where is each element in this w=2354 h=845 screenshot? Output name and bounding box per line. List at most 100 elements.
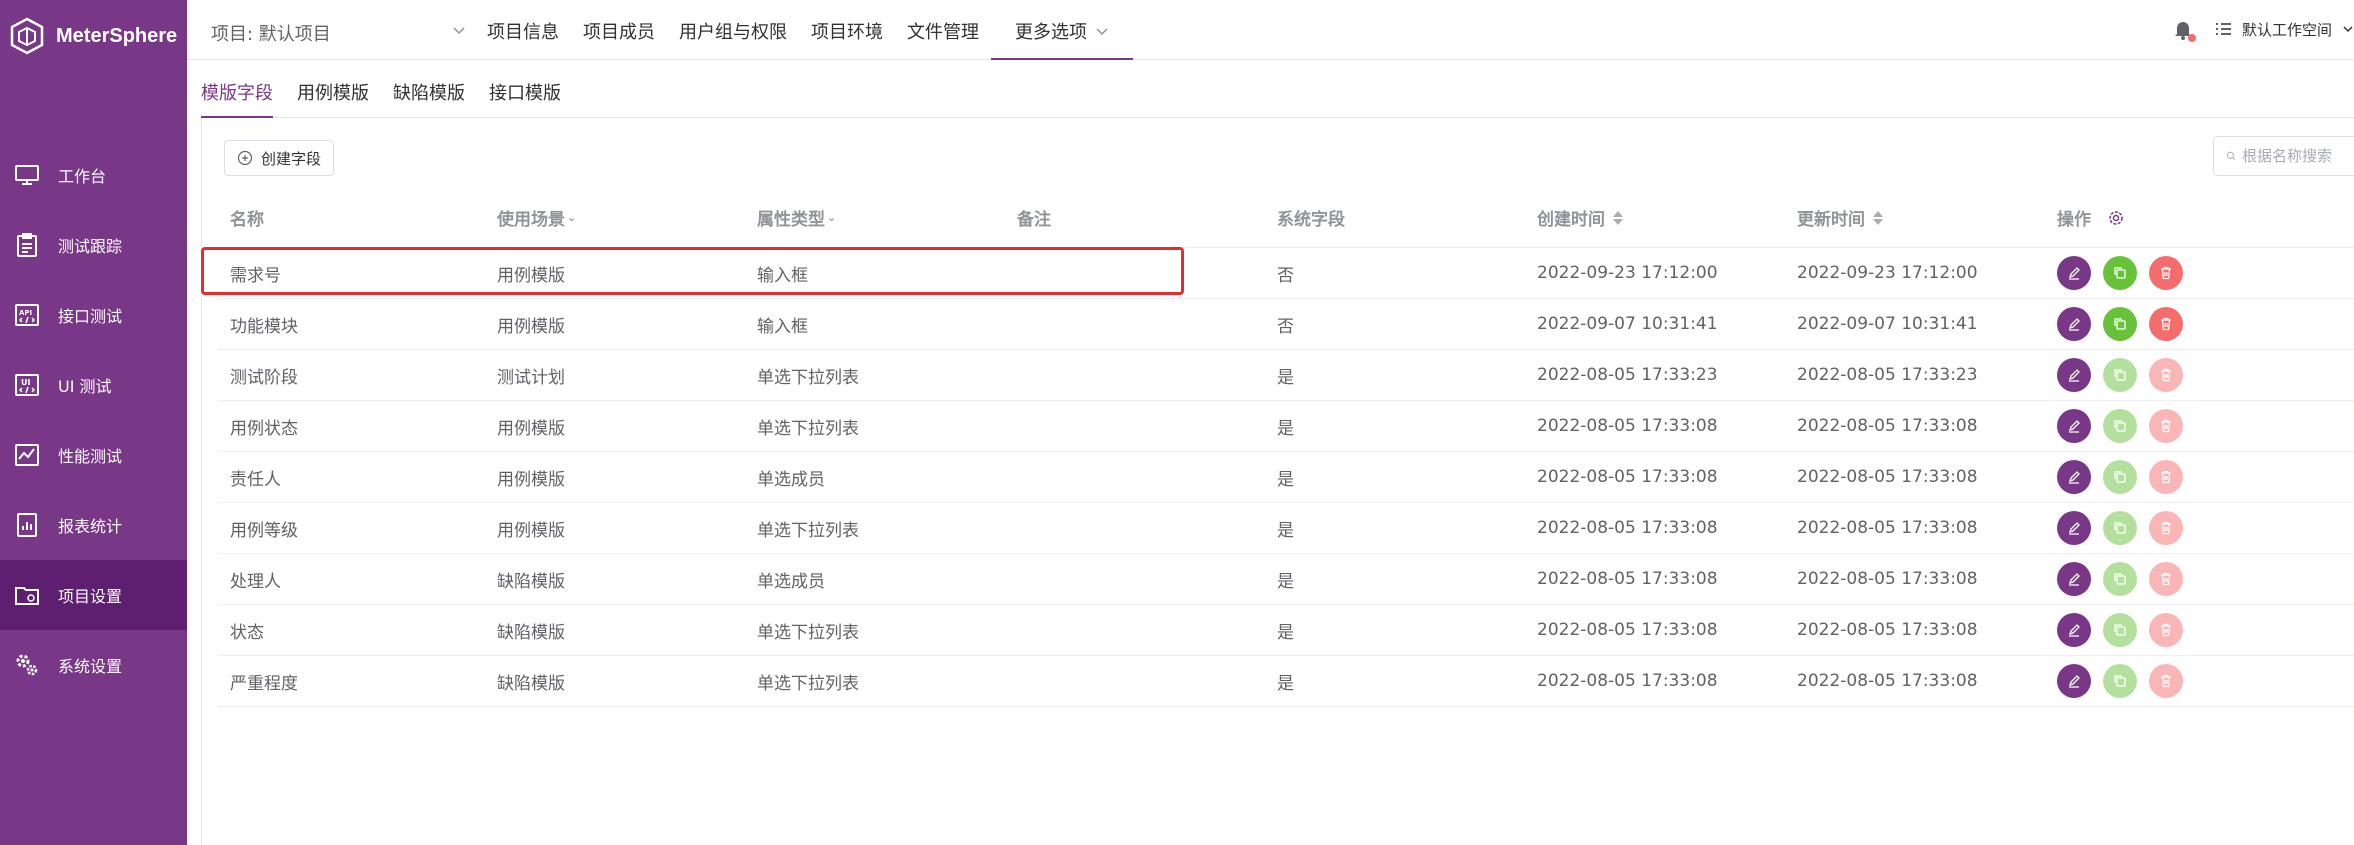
sidebar-item-report[interactable]: 报表统计 bbox=[0, 490, 187, 560]
sidebar: MeterSphere 工作台 测试跟踪 API 接口测试 UI UI 测试 性… bbox=[0, 0, 187, 845]
sidebar-item-api-test[interactable]: API 接口测试 bbox=[0, 280, 187, 350]
header-created-time[interactable]: 创建时间 bbox=[1537, 188, 1623, 247]
sidebar-item-label: 接口测试 bbox=[58, 307, 123, 326]
tab-case-templates[interactable]: 用例模版 bbox=[297, 60, 369, 118]
copy-button[interactable] bbox=[2103, 562, 2137, 596]
sidebar-item-label: 性能测试 bbox=[58, 447, 123, 466]
edit-button[interactable] bbox=[2057, 460, 2091, 494]
cell-created-time: 2022-09-23 17:12:00 bbox=[1537, 263, 1718, 283]
cell-updated-time: 2022-08-05 17:33:08 bbox=[1797, 518, 1978, 538]
settings-icon[interactable] bbox=[2107, 209, 2125, 227]
sidebar-item-ui-test[interactable]: UI UI 测试 bbox=[0, 350, 187, 420]
delete-button[interactable] bbox=[2149, 256, 2183, 290]
copy-button[interactable] bbox=[2103, 409, 2137, 443]
copy-button[interactable] bbox=[2103, 511, 2137, 545]
edit-button[interactable] bbox=[2057, 409, 2091, 443]
header-scene-label: 使用场景 bbox=[497, 210, 565, 230]
table-header: 名称 使用场景 ⌄ 属性类型 ⌄ 备注 系统字段 创建时间 更新时间 操作 bbox=[218, 188, 2354, 248]
cell-type: 单选成员 bbox=[757, 469, 825, 490]
delete-button[interactable] bbox=[2149, 511, 2183, 545]
nav-file-management[interactable]: 文件管理 bbox=[895, 0, 991, 60]
sort-icon[interactable] bbox=[1873, 210, 1883, 225]
nav-more-options[interactable]: 更多选项 bbox=[991, 0, 1133, 60]
copy-icon bbox=[2114, 369, 2126, 381]
sidebar-item-performance-test[interactable]: 性能测试 bbox=[0, 420, 187, 490]
cell-name: 严重程度 bbox=[230, 673, 298, 694]
cell-scene: 测试计划 bbox=[497, 367, 565, 388]
delete-button[interactable] bbox=[2149, 358, 2183, 392]
cell-system-field: 是 bbox=[1277, 520, 1294, 541]
cell-type: 单选下拉列表 bbox=[757, 520, 859, 541]
cell-scene: 用例模版 bbox=[497, 520, 565, 541]
delete-button[interactable] bbox=[2149, 460, 2183, 494]
sidebar-item-workbench[interactable]: 工作台 bbox=[0, 140, 187, 210]
brand-name: MeterSphere bbox=[56, 24, 178, 47]
sidebar-item-project-settings[interactable]: 项目设置 bbox=[0, 560, 187, 630]
project-selector[interactable]: 项目: 默认项目 bbox=[211, 20, 465, 46]
sidebar-item-system-settings[interactable]: 系统设置 bbox=[0, 630, 187, 700]
trash-icon bbox=[2161, 266, 2171, 280]
edit-button[interactable] bbox=[2057, 307, 2091, 341]
cell-actions bbox=[2057, 554, 2183, 604]
cell-scene: 缺陷模版 bbox=[497, 673, 565, 694]
row-actions bbox=[2057, 664, 2183, 698]
cell-created-time: 2022-08-05 17:33:08 bbox=[1537, 671, 1718, 691]
tab-issue-templates[interactable]: 缺陷模版 bbox=[393, 60, 465, 118]
edit-button[interactable] bbox=[2057, 562, 2091, 596]
logo[interactable]: MeterSphere bbox=[8, 16, 177, 56]
copy-icon bbox=[2114, 318, 2126, 330]
copy-button[interactable] bbox=[2103, 307, 2137, 341]
nav-project-env[interactable]: 项目环境 bbox=[799, 0, 895, 60]
svg-text:API: API bbox=[19, 309, 32, 317]
copy-button[interactable] bbox=[2103, 358, 2137, 392]
create-field-button[interactable]: 创建字段 bbox=[224, 140, 335, 176]
cell-scene: 缺陷模版 bbox=[497, 622, 565, 643]
cell-created-time: 2022-09-07 10:31:41 bbox=[1537, 314, 1718, 334]
row-actions bbox=[2057, 613, 2183, 647]
copy-button[interactable] bbox=[2103, 460, 2137, 494]
cell-type: 单选成员 bbox=[757, 571, 825, 592]
nav-project-info[interactable]: 项目信息 bbox=[475, 0, 571, 60]
copy-button[interactable] bbox=[2103, 664, 2137, 698]
header-type[interactable]: 属性类型 ⌄ bbox=[757, 188, 836, 247]
table-row: 需求号 用例模版 输入框 否 2022-09-23 17:12:00 2022-09-23… bbox=[218, 248, 2354, 299]
edit-button[interactable] bbox=[2057, 511, 2091, 545]
copy-button[interactable] bbox=[2103, 613, 2137, 647]
edit-button[interactable] bbox=[2057, 613, 2091, 647]
edit-button[interactable] bbox=[2057, 358, 2091, 392]
header-remark: 备注 bbox=[1017, 210, 1051, 230]
delete-button[interactable] bbox=[2149, 307, 2183, 341]
delete-button[interactable] bbox=[2149, 562, 2183, 596]
delete-button[interactable] bbox=[2149, 409, 2183, 443]
notification-bell[interactable] bbox=[2172, 18, 2196, 42]
list-icon bbox=[2215, 23, 2231, 35]
header-actions-label: 操作 bbox=[2057, 210, 2091, 230]
nav-user-groups[interactable]: 用户组与权限 bbox=[667, 0, 799, 60]
edit-button[interactable] bbox=[2057, 664, 2091, 698]
workspace-selector[interactable]: 默认工作空间 bbox=[2242, 19, 2332, 40]
sidebar-item-label: 报表统计 bbox=[58, 517, 123, 536]
cell-actions bbox=[2057, 350, 2183, 400]
delete-button[interactable] bbox=[2149, 664, 2183, 698]
header-updated-time[interactable]: 更新时间 bbox=[1797, 188, 1883, 247]
tab-api-templates[interactable]: 接口模版 bbox=[489, 60, 561, 118]
edit-icon bbox=[2068, 624, 2080, 637]
edit-button[interactable] bbox=[2057, 256, 2091, 290]
trash-icon bbox=[2161, 470, 2171, 484]
header-created-label: 创建时间 bbox=[1537, 210, 1605, 230]
sidebar-nav: 工作台 测试跟踪 API 接口测试 UI UI 测试 性能测试 报表统计 项目设… bbox=[0, 140, 187, 700]
trash-icon bbox=[2161, 623, 2171, 637]
monitor-icon bbox=[15, 165, 39, 185]
header-scene[interactable]: 使用场景 ⌄ bbox=[497, 188, 576, 247]
edit-icon bbox=[2068, 267, 2080, 280]
search-input[interactable] bbox=[2242, 147, 2354, 165]
cell-actions bbox=[2057, 248, 2183, 298]
cell-actions bbox=[2057, 656, 2183, 706]
trash-icon bbox=[2161, 521, 2171, 535]
tab-field-templates[interactable]: 模版字段 bbox=[201, 60, 273, 118]
sort-icon[interactable] bbox=[1613, 210, 1623, 225]
sidebar-item-test-track[interactable]: 测试跟踪 bbox=[0, 210, 187, 280]
delete-button[interactable] bbox=[2149, 613, 2183, 647]
copy-button[interactable] bbox=[2103, 256, 2137, 290]
nav-project-members[interactable]: 项目成员 bbox=[571, 0, 667, 60]
